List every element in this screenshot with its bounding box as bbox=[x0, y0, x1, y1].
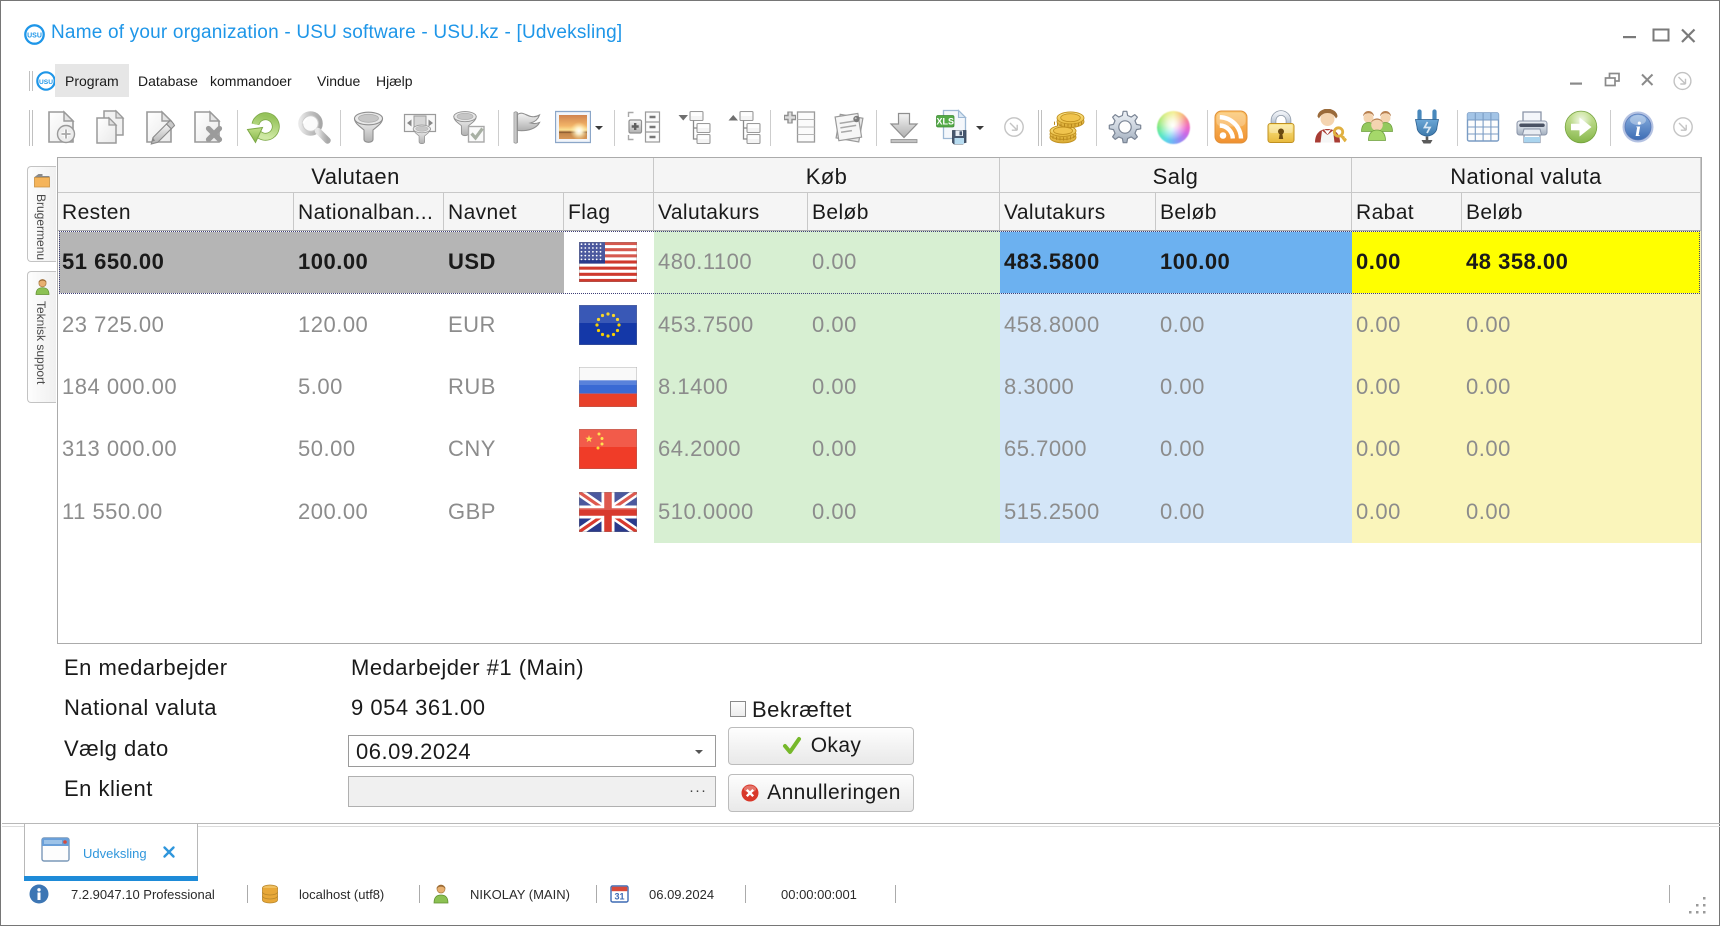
svg-text:USU: USU bbox=[27, 32, 42, 39]
svg-text:XLS: XLS bbox=[936, 116, 954, 126]
svg-text:i: i bbox=[1635, 117, 1641, 141]
svg-text:USU: USU bbox=[39, 79, 53, 86]
svg-text:31: 31 bbox=[614, 892, 624, 902]
